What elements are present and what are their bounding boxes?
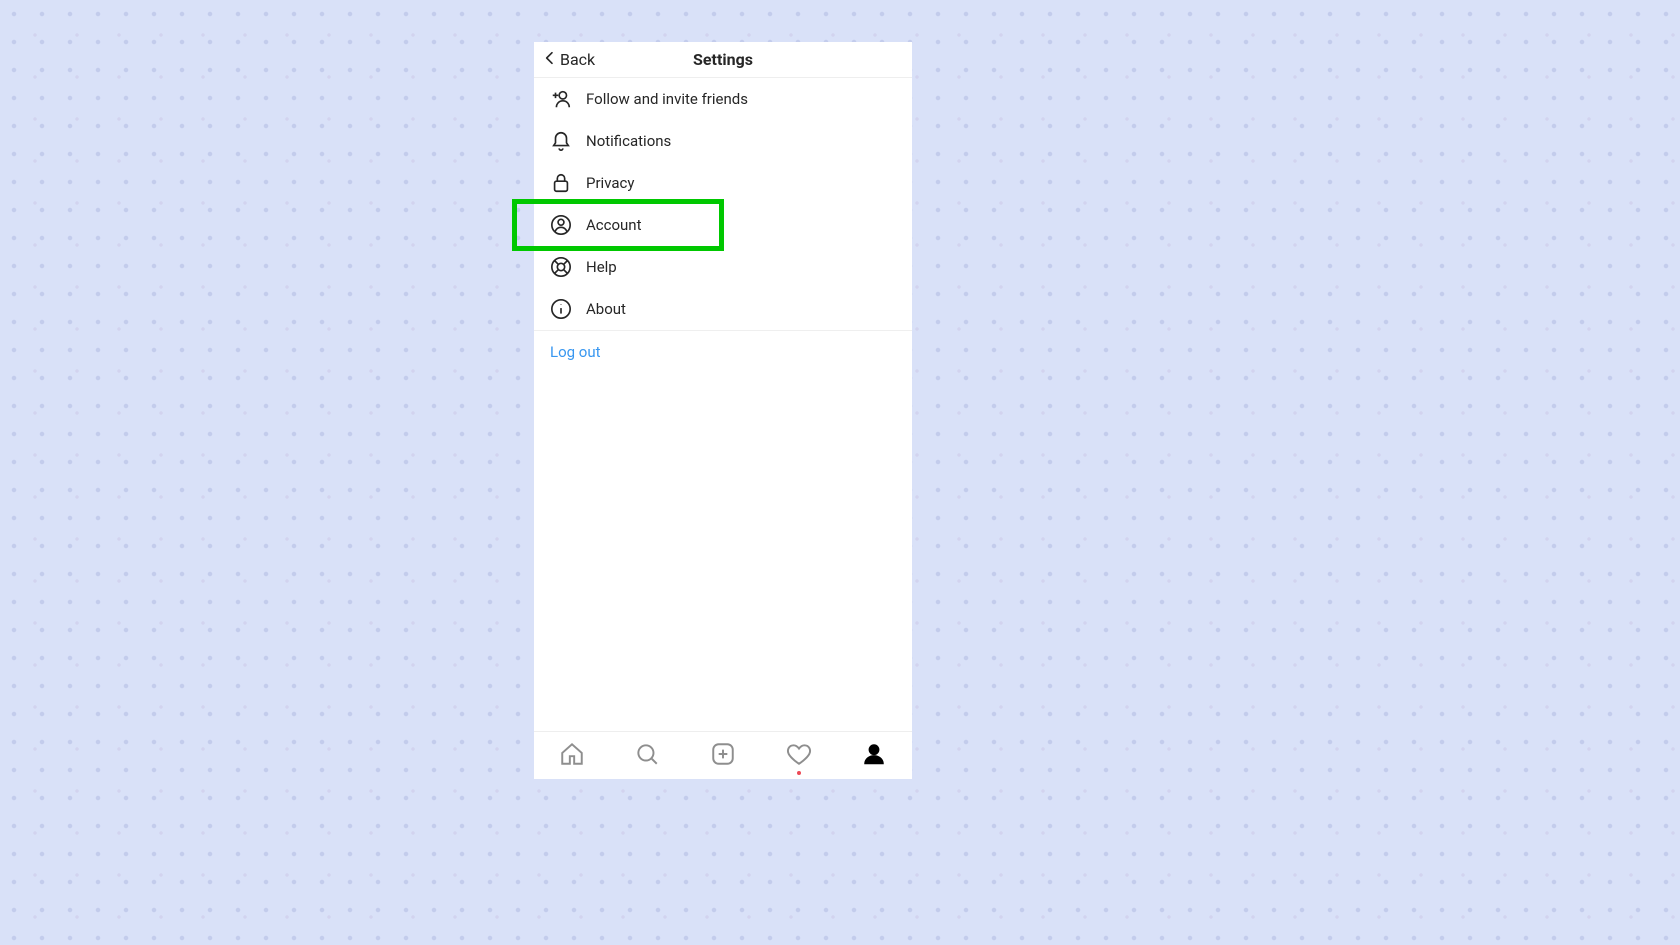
- menu-item-follow-invite[interactable]: Follow and invite friends: [534, 78, 912, 120]
- create-tab[interactable]: [709, 742, 737, 770]
- phone-screen: Back Settings Follow and invite friends …: [534, 42, 912, 779]
- menu-item-notifications[interactable]: Notifications: [534, 120, 912, 162]
- search-icon: [634, 741, 660, 771]
- bottom-tab-bar: [534, 731, 912, 779]
- bell-icon: [550, 130, 572, 152]
- activity-tab[interactable]: [785, 742, 813, 770]
- back-button[interactable]: Back: [542, 50, 595, 70]
- info-icon: [550, 298, 572, 320]
- settings-menu: Follow and invite friends Notifications …: [534, 78, 912, 373]
- menu-item-label: Follow and invite friends: [586, 90, 748, 108]
- profile-tab[interactable]: [860, 742, 888, 770]
- lifebuoy-icon: [550, 256, 572, 278]
- home-icon: [559, 741, 585, 771]
- menu-item-label: About: [586, 300, 626, 318]
- home-tab[interactable]: [558, 742, 586, 770]
- menu-item-label: Notifications: [586, 132, 671, 150]
- lock-icon: [550, 172, 572, 194]
- logout-link[interactable]: Log out: [534, 331, 912, 373]
- chevron-left-icon: [542, 50, 558, 70]
- back-label: Back: [560, 50, 595, 69]
- create-icon: [710, 741, 736, 771]
- notification-dot: [797, 771, 801, 775]
- heart-icon: [786, 741, 812, 771]
- menu-item-help[interactable]: Help: [534, 246, 912, 288]
- menu-item-label: Help: [586, 258, 617, 276]
- search-tab[interactable]: [633, 742, 661, 770]
- menu-item-privacy[interactable]: Privacy: [534, 162, 912, 204]
- menu-item-about[interactable]: About: [534, 288, 912, 330]
- add-person-icon: [550, 88, 572, 110]
- spacer: [534, 373, 912, 731]
- header-bar: Back Settings: [534, 42, 912, 78]
- menu-item-label: Privacy: [586, 174, 634, 192]
- menu-item-label: Account: [586, 216, 642, 234]
- user-circle-icon: [550, 214, 572, 236]
- menu-item-account[interactable]: Account: [534, 204, 912, 246]
- person-icon: [861, 741, 887, 771]
